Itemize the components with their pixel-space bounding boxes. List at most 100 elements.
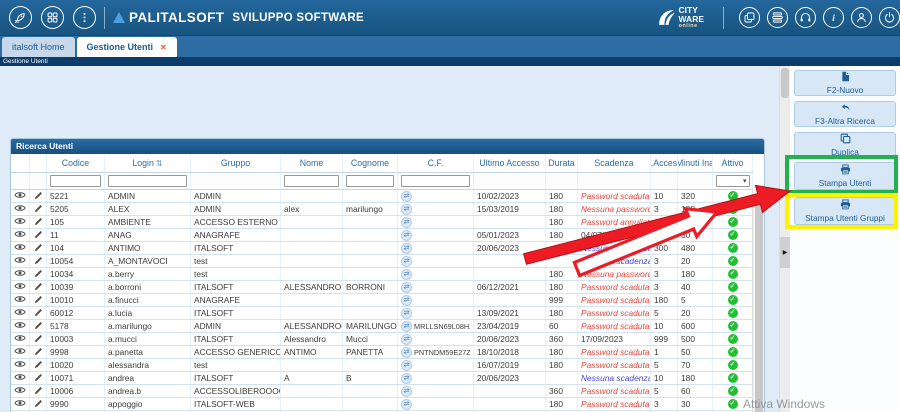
view-row-button[interactable] [14, 321, 26, 331]
cf-badge-icon[interactable]: ⇄ [401, 230, 412, 241]
column-header-codice[interactable]: Codice [47, 154, 105, 172]
windows-button[interactable] [739, 7, 760, 28]
edit-row-button[interactable] [34, 269, 43, 280]
cf-badge-icon[interactable]: ⇄ [401, 334, 412, 345]
edit-row-button[interactable] [34, 334, 43, 345]
view-row-button[interactable] [14, 360, 26, 370]
table-row[interactable]: 60012a.luciaITALSOFT⇄13/09/2021180Passwo… [11, 307, 753, 320]
edit-row-button[interactable] [34, 256, 43, 267]
table-row[interactable]: 105AMBIENTEACCESSO ESTERNO CITTAI⇄180Pas… [11, 216, 753, 229]
column-header-gruppo[interactable]: Gruppo [191, 154, 281, 172]
edit-row-button[interactable] [34, 204, 43, 215]
cf-badge-icon[interactable]: ⇄ [401, 308, 412, 319]
f2-nuovo-button[interactable]: F2-Nuovo [794, 70, 896, 96]
table-row[interactable]: 9998a.panettaACCESSO GENERICOANTIMOPANET… [11, 346, 753, 359]
cf-badge-icon[interactable]: ⇄ [401, 282, 412, 293]
headset-button[interactable] [795, 7, 816, 28]
table-row[interactable]: 10039a.borroniITALSOFTALESSANDROBORRONI⇄… [11, 281, 753, 294]
cf-badge-icon[interactable]: ⇄ [401, 373, 412, 384]
filter-cf-input[interactable] [401, 175, 470, 187]
column-header-login[interactable]: Login⇅ [105, 154, 191, 172]
view-row-button[interactable] [14, 243, 26, 253]
f3-altra-ricerca-button[interactable]: F3-Altra Ricerca [794, 101, 896, 127]
stampa-utenti-button[interactable]: Stampa Utenti [794, 162, 896, 190]
edit-row-button[interactable] [34, 243, 43, 254]
edit-row-button[interactable] [34, 347, 43, 358]
view-row-button[interactable] [14, 269, 26, 279]
vertical-scroll-thumb[interactable] [755, 201, 763, 412]
cf-badge-icon[interactable]: ⇄ [401, 204, 412, 215]
cf-badge-icon[interactable]: ⇄ [401, 321, 412, 332]
tab-close-icon[interactable]: ✕ [160, 43, 167, 52]
table-row[interactable]: 10003a.mucciITALSOFTAlessandroMucci⇄20/0… [11, 333, 753, 346]
column-header-scadenza[interactable]: Scadenza [578, 154, 651, 172]
apps-grid-button[interactable] [41, 6, 64, 29]
view-row-button[interactable] [14, 217, 26, 227]
edit-row-button[interactable] [34, 308, 43, 319]
rocket-button[interactable] [9, 6, 32, 29]
cf-badge-icon[interactable]: ⇄ [401, 269, 412, 280]
cf-badge-icon[interactable]: ⇄ [401, 243, 412, 254]
cf-badge-icon[interactable]: ⇄ [401, 217, 412, 228]
edit-row-button[interactable] [34, 373, 43, 384]
edit-row-button[interactable] [34, 191, 43, 202]
edit-row-button[interactable] [34, 282, 43, 293]
edit-row-button[interactable] [34, 230, 43, 241]
edit-row-button[interactable] [34, 321, 43, 332]
column-header-nome[interactable]: Nome [281, 154, 343, 172]
table-row[interactable]: 9990appoggioITALSOFT-WEB⇄180Password sca… [11, 398, 753, 411]
table-row[interactable]: 10071andreaITALSOFTAB⇄20/06/2023Nessuna … [11, 372, 753, 385]
view-row-button[interactable] [14, 347, 26, 357]
cf-badge-icon[interactable]: ⇄ [401, 347, 412, 358]
edit-row-button[interactable] [34, 217, 43, 228]
view-row-button[interactable] [14, 282, 26, 292]
edit-row-button[interactable] [34, 295, 43, 306]
view-row-button[interactable] [14, 191, 26, 201]
edit-row-button[interactable] [34, 360, 43, 371]
filter-codice-input[interactable] [50, 175, 101, 187]
table-row[interactable]: 5221ADMINADMIN⇄10/02/2023180Password sca… [11, 190, 753, 203]
table-row[interactable]: 5205ALEXADMINalexmarilungo⇄15/03/2019180… [11, 203, 753, 216]
cf-badge-icon[interactable]: ⇄ [401, 399, 412, 410]
stack-button[interactable] [767, 7, 788, 28]
filter-login-input[interactable] [108, 175, 187, 187]
scroll-up-icon[interactable]: ▲ [753, 191, 764, 197]
view-row-button[interactable] [14, 295, 26, 305]
power-button[interactable] [879, 7, 900, 28]
collapse-handle[interactable]: ▶ [780, 237, 790, 268]
view-row-button[interactable] [14, 230, 26, 240]
cf-badge-icon[interactable]: ⇄ [401, 386, 412, 397]
edit-row-button[interactable] [34, 386, 43, 397]
view-row-button[interactable] [14, 308, 26, 318]
table-row[interactable]: 10034a.berrytest⇄180Nessuna password3180… [11, 268, 753, 281]
table-row[interactable]: 10020alessandratest⇄16/07/2019180Passwor… [11, 359, 753, 372]
column-header-durata[interactable]: Durata [546, 154, 578, 172]
view-row-button[interactable] [14, 334, 26, 344]
table-row[interactable]: 11ANAGANAGRAFE⇄05/01/202318004/07/202320… [11, 229, 753, 242]
filter-cognome-input[interactable] [346, 175, 394, 187]
info-button[interactable]: i [823, 7, 844, 28]
column-header-ultimo-accesso[interactable]: Ultimo Accesso [474, 154, 546, 172]
attivo-filter-select[interactable]: ▾ [716, 175, 750, 187]
more-button[interactable] [73, 6, 96, 29]
table-row[interactable]: 10010a.finucciANAGRAFE⇄999Password scadu… [11, 294, 753, 307]
column-header-c-f-[interactable]: C.F. [398, 154, 474, 172]
table-row[interactable]: 5178a.marilungoADMINALESSANDROOMARILUNGO… [11, 320, 753, 333]
cf-badge-icon[interactable]: ⇄ [401, 191, 412, 202]
table-row[interactable]: 10006andrea.bACCESSOLIBEROOOO⇄360Passwor… [11, 385, 753, 398]
column-header-attivo[interactable]: Attivo [713, 154, 753, 172]
table-row[interactable]: 10054A_MONTAVOCItest⇄Nessuna scadenza320… [11, 255, 753, 268]
cf-badge-icon[interactable]: ⇄ [401, 295, 412, 306]
view-row-button[interactable] [14, 399, 26, 409]
filter-nome-input[interactable] [284, 175, 339, 187]
duplica-button[interactable]: Duplica [794, 132, 896, 158]
column-header-cognome[interactable]: Cognome [343, 154, 398, 172]
view-row-button[interactable] [14, 204, 26, 214]
cf-badge-icon[interactable]: ⇄ [401, 360, 412, 371]
column-header-minuti-ina[interactable]: Minuti Ina [678, 154, 713, 172]
column-header-n-accessi[interactable]: N.Accessi [651, 154, 678, 172]
view-row-button[interactable] [14, 386, 26, 396]
tab-italsoft-home[interactable]: italsoft Home [2, 37, 75, 57]
edit-row-button[interactable] [34, 399, 43, 410]
stampa-utenti-gruppi-button[interactable]: Stampa Utenti Gruppi [794, 197, 896, 225]
